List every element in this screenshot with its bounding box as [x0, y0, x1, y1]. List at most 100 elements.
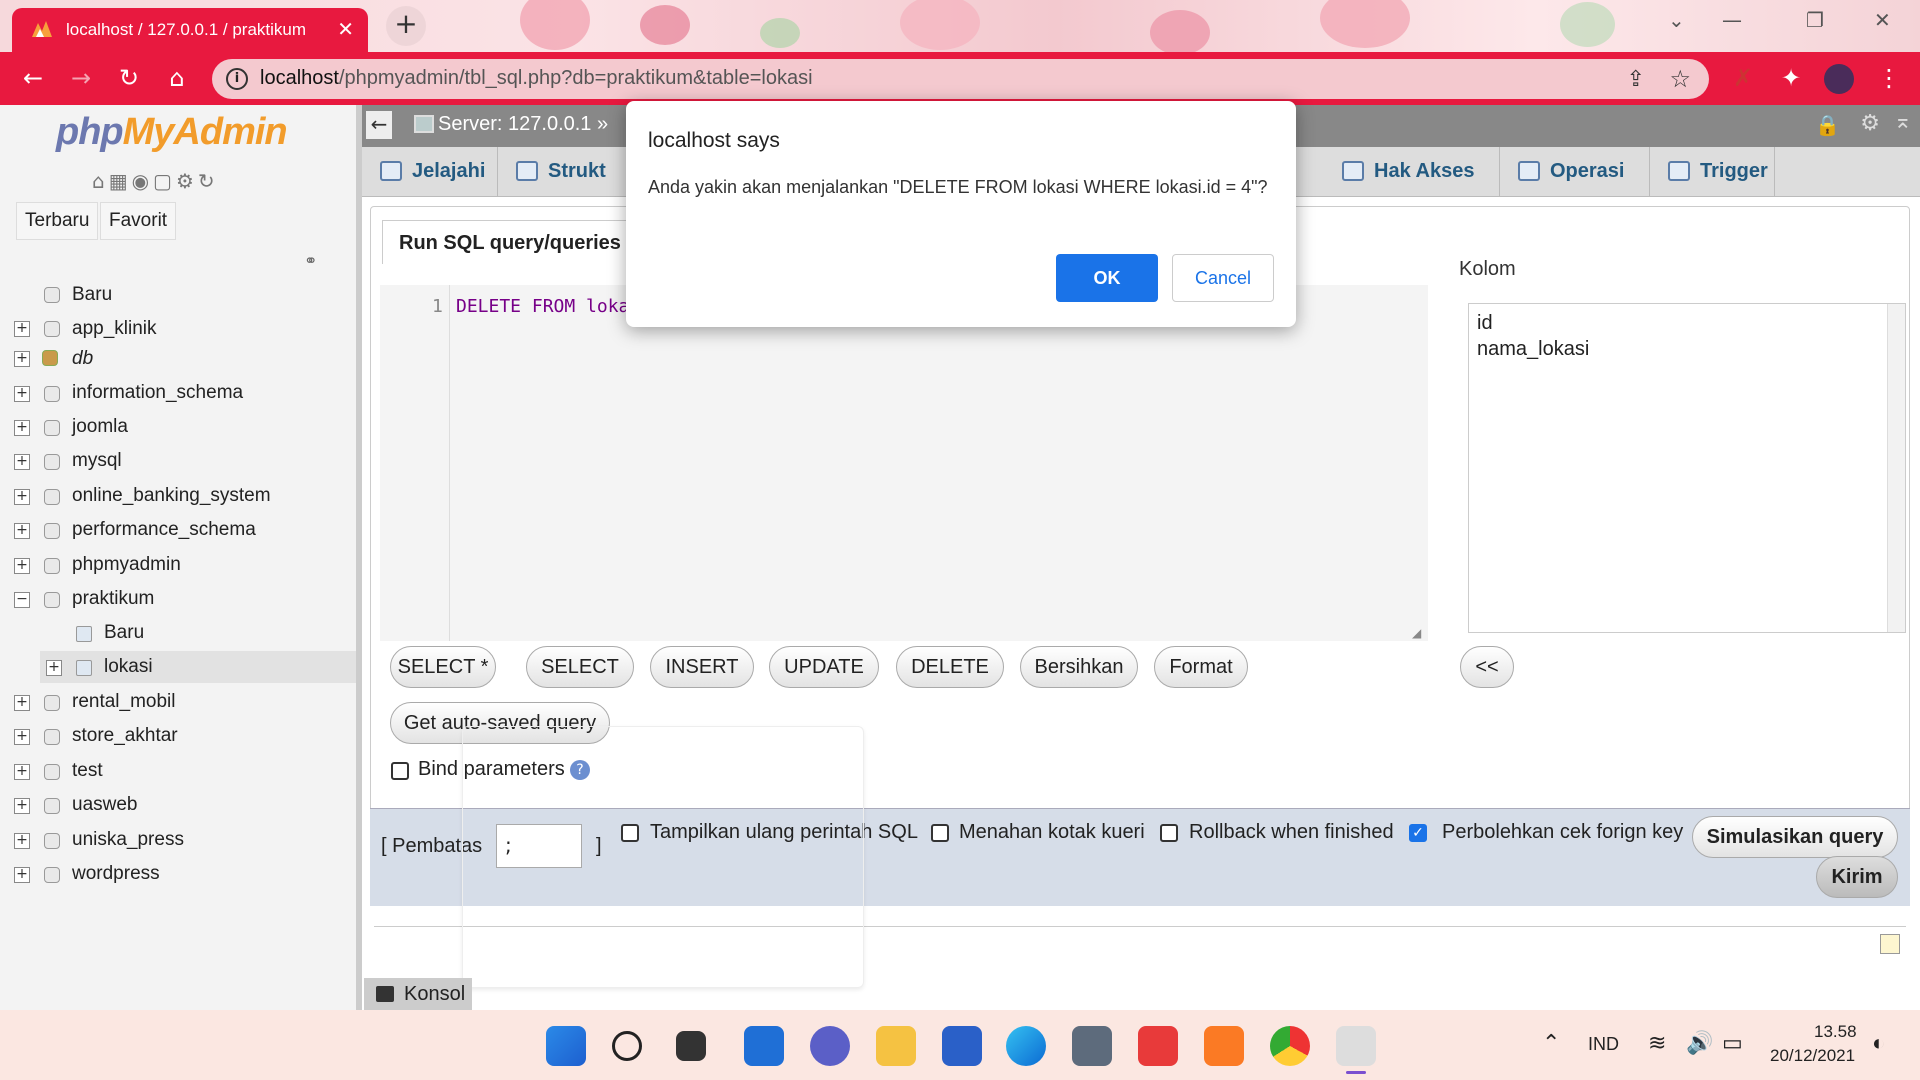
- collapse-nav-icon[interactable]: ←: [366, 111, 392, 139]
- tree-item-praktikum[interactable]: praktikum: [72, 588, 154, 610]
- tree-item-uasweb[interactable]: uasweb: [72, 794, 138, 816]
- language-indicator[interactable]: IND: [1588, 1034, 1619, 1055]
- tree-item-rental-mobil[interactable]: rental_mobil: [72, 691, 176, 713]
- delete-button[interactable]: DELETE: [896, 646, 1004, 688]
- tree-item-store-akhtar[interactable]: store_akhtar: [72, 725, 178, 747]
- expand-icon[interactable]: +: [14, 695, 30, 711]
- notifications-icon[interactable]: ◐: [1872, 1030, 1885, 1056]
- rollback-checkbox[interactable]: [1160, 824, 1178, 842]
- clear-button[interactable]: Bersihkan: [1020, 646, 1138, 688]
- tree-item-joomla[interactable]: joomla: [72, 416, 128, 438]
- tab-operations[interactable]: Operasi: [1500, 147, 1650, 197]
- reload-icon[interactable]: ↻: [112, 62, 146, 96]
- select-all-button[interactable]: SELECT *: [390, 646, 496, 688]
- sql-query-text[interactable]: DELETE FROM loka: [456, 296, 629, 317]
- recent-button[interactable]: Terbaru: [16, 202, 99, 240]
- extensions-puzzle-icon[interactable]: ✦: [1774, 62, 1808, 96]
- menu-dots-icon[interactable]: ⋮: [1872, 62, 1906, 96]
- link-icon[interactable]: ⚭: [304, 251, 317, 270]
- microsoft-store-icon[interactable]: [942, 1026, 982, 1066]
- volume-icon[interactable]: 🔊: [1686, 1030, 1713, 1056]
- tab-search-icon[interactable]: ⌄: [1668, 8, 1685, 32]
- update-button[interactable]: UPDATE: [769, 646, 879, 688]
- battery-icon[interactable]: ▭: [1722, 1030, 1743, 1056]
- camera-icon[interactable]: [1072, 1026, 1112, 1066]
- tree-item-db[interactable]: db: [72, 348, 93, 370]
- wps-office-icon[interactable]: [1138, 1026, 1178, 1066]
- clock-date[interactable]: 20/12/2021: [1770, 1046, 1855, 1066]
- retain-query-box-checkbox[interactable]: [931, 824, 949, 842]
- lock-icon[interactable]: 🔒: [1815, 113, 1840, 137]
- expand-icon[interactable]: +: [14, 523, 30, 539]
- teams-chat-icon[interactable]: [810, 1026, 850, 1066]
- home-icon[interactable]: ⌂: [160, 62, 194, 96]
- expand-icon[interactable]: +: [14, 867, 30, 883]
- expand-icon[interactable]: +: [46, 660, 62, 676]
- columns-scrollbar[interactable]: [1887, 304, 1905, 632]
- site-info-icon[interactable]: i: [226, 68, 248, 90]
- profile-avatar[interactable]: [1824, 64, 1854, 94]
- new-tab-button[interactable]: +: [386, 6, 426, 46]
- ok-button[interactable]: OK: [1056, 254, 1158, 302]
- cancel-button[interactable]: Cancel: [1172, 254, 1274, 302]
- task-view-icon[interactable]: [676, 1031, 706, 1061]
- collapse-top-icon[interactable]: ⌅: [1894, 109, 1912, 134]
- simulate-query-button[interactable]: Simulasikan query: [1692, 816, 1898, 858]
- notepad-icon[interactable]: [1880, 934, 1900, 954]
- chevron-up-icon[interactable]: ⌃: [1542, 1030, 1560, 1056]
- tree-item-new-table[interactable]: Baru: [104, 622, 144, 644]
- chrome-icon[interactable]: [1270, 1026, 1310, 1066]
- insert-column-button[interactable]: <<: [1460, 646, 1514, 688]
- address-bar[interactable]: i localhost/phpmyadmin/tbl_sql.php?db=pr…: [212, 59, 1709, 99]
- close-window-icon[interactable]: ✕: [1874, 8, 1891, 32]
- sidebar-quick-icons[interactable]: ⌂▦◉▢⚙↻: [92, 169, 219, 193]
- tree-item-uniska-press[interactable]: uniska_press: [72, 829, 184, 851]
- tree-item-app-klinik[interactable]: app_klinik: [72, 318, 157, 340]
- expand-icon[interactable]: +: [14, 798, 30, 814]
- favorites-button[interactable]: Favorit: [100, 202, 177, 240]
- minimize-icon[interactable]: —: [1722, 8, 1742, 32]
- expand-icon[interactable]: +: [14, 558, 30, 574]
- extension-x-icon[interactable]: ✗: [1726, 62, 1760, 96]
- expand-icon[interactable]: +: [14, 351, 30, 367]
- submit-button[interactable]: Kirim: [1816, 856, 1898, 898]
- tree-item-test[interactable]: test: [72, 760, 103, 782]
- expand-icon[interactable]: +: [14, 833, 30, 849]
- tree-item-baru[interactable]: Baru: [72, 284, 112, 306]
- sql-editor[interactable]: [380, 285, 1428, 641]
- resize-handle-icon[interactable]: ◢: [1412, 626, 1421, 640]
- expand-icon[interactable]: +: [14, 454, 30, 470]
- expand-icon[interactable]: +: [14, 729, 30, 745]
- settings-gear-icon[interactable]: ⚙: [1860, 111, 1880, 136]
- bind-parameters-checkbox[interactable]: [391, 762, 409, 780]
- tab-triggers[interactable]: Trigger: [1650, 147, 1775, 197]
- xampp-icon[interactable]: [1204, 1026, 1244, 1066]
- start-windows-icon[interactable]: [546, 1026, 586, 1066]
- expand-icon[interactable]: +: [14, 386, 30, 402]
- tree-item-online-banking-system[interactable]: online_banking_system: [72, 485, 271, 507]
- phpmyadmin-logo[interactable]: phpMyAdmin: [56, 111, 288, 154]
- file-explorer-icon[interactable]: [876, 1026, 916, 1066]
- expand-icon[interactable]: +: [14, 321, 30, 337]
- select-button[interactable]: SELECT: [526, 646, 634, 688]
- expand-icon[interactable]: +: [14, 764, 30, 780]
- tree-item-mysql[interactable]: mysql: [72, 450, 122, 472]
- clock-time[interactable]: 13.58: [1814, 1022, 1857, 1042]
- breadcrumb-server[interactable]: Server: 127.0.0.1 »: [438, 113, 608, 136]
- tree-item-wordpress[interactable]: wordpress: [72, 863, 160, 885]
- column-item[interactable]: id: [1477, 310, 1897, 336]
- column-item[interactable]: nama_lokasi: [1477, 336, 1897, 362]
- columns-list[interactable]: id nama_lokasi: [1468, 303, 1906, 633]
- expand-icon[interactable]: +: [14, 420, 30, 436]
- tab-privileges[interactable]: Hak Akses: [1324, 147, 1500, 197]
- share-icon[interactable]: ⇪: [1627, 67, 1645, 92]
- tree-item-information-schema[interactable]: information_schema: [72, 382, 243, 404]
- edge-icon[interactable]: [1006, 1026, 1046, 1066]
- tab-browse[interactable]: Jelajahi: [362, 147, 498, 197]
- restore-icon[interactable]: ❐: [1806, 8, 1824, 32]
- widgets-icon[interactable]: [744, 1026, 784, 1066]
- format-button[interactable]: Format: [1154, 646, 1248, 688]
- expand-icon[interactable]: +: [14, 489, 30, 505]
- search-icon[interactable]: [612, 1031, 642, 1061]
- tree-item-lokasi[interactable]: lokasi: [104, 656, 153, 678]
